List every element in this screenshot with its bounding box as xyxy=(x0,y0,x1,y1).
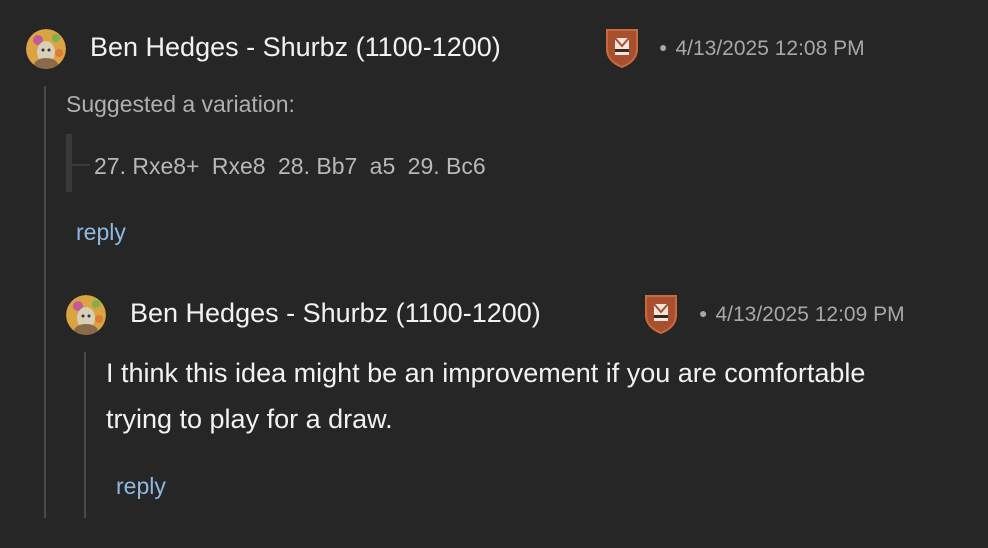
coach-badge-icon xyxy=(603,27,641,69)
variation-branch-tick xyxy=(72,164,90,166)
variation-move[interactable]: 27. Rxe8+ xyxy=(94,153,200,179)
thread-line xyxy=(84,352,86,518)
comment-body: I think this idea might be an improvemen… xyxy=(106,358,866,434)
timestamp-text: 4/13/2025 12:08 PM xyxy=(675,37,865,60)
variation-moves: 27. Rxe8+ Rxe8 28. Bb7 a5 29. Bc6 xyxy=(94,152,492,180)
separator-dot-icon: ● xyxy=(699,305,708,321)
comment-author[interactable]: Ben Hedges - Shurbz (1100-1200) xyxy=(130,297,541,329)
thread-line xyxy=(44,86,46,518)
variation-move[interactable]: 28. Bb7 xyxy=(278,153,357,179)
separator-dot-icon: ● xyxy=(659,39,668,55)
comment-author[interactable]: Ben Hedges - Shurbz (1100-1200) xyxy=(90,31,501,63)
avatar[interactable] xyxy=(66,295,106,335)
variation-move[interactable]: 29. Bc6 xyxy=(408,153,486,179)
variation-move[interactable]: a5 xyxy=(370,153,396,179)
reply-link[interactable]: reply xyxy=(116,472,166,500)
reply-link[interactable]: reply xyxy=(76,218,126,246)
variation-label: Suggested a variation: xyxy=(66,91,295,117)
avatar[interactable] xyxy=(26,29,66,69)
comment-timestamp: ● 4/13/2025 12:08 PM xyxy=(659,34,865,62)
comment-timestamp: ● 4/13/2025 12:09 PM xyxy=(699,300,905,328)
variation-move[interactable]: Rxe8 xyxy=(212,153,266,179)
variation-branch-bar xyxy=(66,134,72,192)
timestamp-text: 4/13/2025 12:09 PM xyxy=(715,303,905,326)
coach-badge-icon xyxy=(642,293,680,335)
